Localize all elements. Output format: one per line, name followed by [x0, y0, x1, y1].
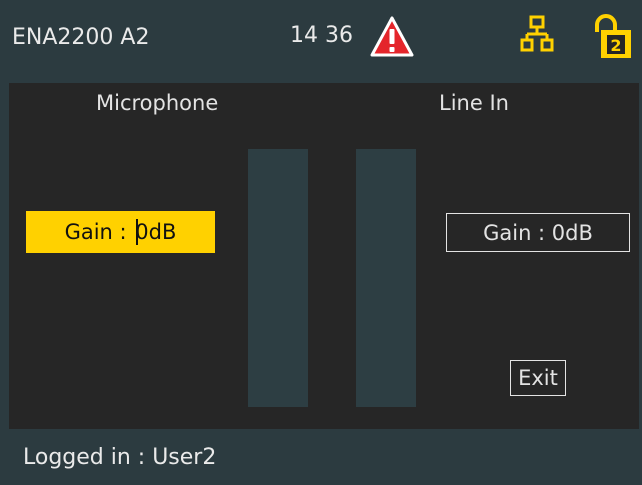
- microphone-title: Microphone: [96, 91, 219, 115]
- exit-button[interactable]: Exit: [510, 360, 566, 396]
- clock: 14 36: [290, 23, 353, 48]
- login-status: Logged in : User2: [23, 445, 217, 470]
- status-bar: ENA2200 A2 14 36 2: [9, 0, 639, 83]
- microphone-level-meter: [248, 149, 308, 407]
- line-in-title: Line In: [439, 91, 509, 115]
- device-title: ENA2200 A2: [12, 25, 150, 50]
- line-in-level-meter: [356, 149, 416, 407]
- line-in-gain-text: Gain : 0dB: [483, 220, 593, 245]
- microphone-gain-value: 0dB: [135, 220, 177, 244]
- network-icon: [520, 15, 554, 52]
- unlocked-padlock-icon[interactable]: 2: [593, 14, 633, 60]
- device-screen: ENA2200 A2 14 36 2 Microphone Line In Ga…: [9, 0, 639, 485]
- audio-inputs-panel: Microphone Line In Gain : 0dB Gain : 0dB…: [9, 83, 639, 429]
- footer-bar: Logged in : User2: [9, 429, 639, 485]
- microphone-gain-prefix: Gain :: [64, 220, 134, 244]
- warning-triangle-icon[interactable]: [370, 15, 414, 59]
- lock-level: 2: [610, 36, 621, 55]
- microphone-gain-field[interactable]: Gain : 0dB: [26, 211, 215, 253]
- line-in-gain-field[interactable]: Gain : 0dB: [446, 213, 630, 252]
- exit-button-label: Exit: [518, 366, 558, 390]
